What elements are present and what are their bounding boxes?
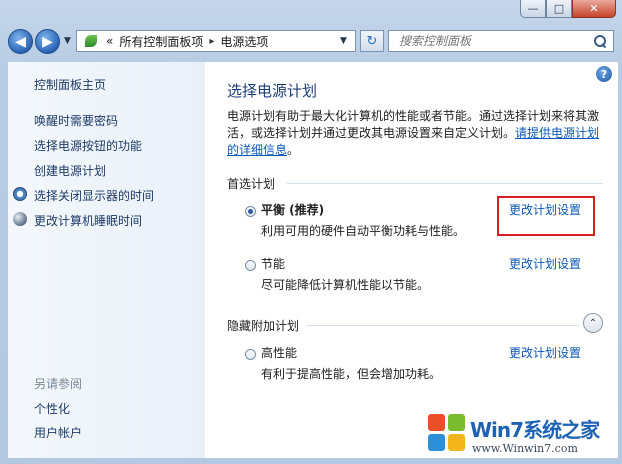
hidden-plans-label: 隐藏附加计划 <box>227 319 300 333</box>
windows-logo-icon <box>428 414 466 452</box>
close-button[interactable]: ✕ <box>572 0 616 18</box>
address-bar[interactable]: « 所有控制面板项 ▸ 电源选项 <box>76 30 356 52</box>
plan-desc-power-saver: 尽可能降低计算机性能以节能。 <box>261 278 430 292</box>
preferred-plans-label: 首选计划 <box>227 177 276 191</box>
collapse-hidden-plans-button[interactable]: ⌃ <box>583 313 603 333</box>
search-icon[interactable] <box>593 34 607 48</box>
sidebar-item-power-button[interactable]: 选择电源按钮的功能 <box>34 137 142 154</box>
radio-power-saver[interactable] <box>245 260 256 271</box>
radio-high-performance[interactable] <box>245 349 256 360</box>
sidebar-item-create-plan[interactable]: 创建电源计划 <box>34 162 106 179</box>
maximize-button[interactable]: □ <box>546 0 572 18</box>
search-box[interactable] <box>388 30 614 52</box>
breadcrumb-all-items[interactable]: 所有控制面板项 <box>119 33 203 50</box>
sidebar: 控制面板主页 唤醒时需要密码 选择电源按钮的功能 创建电源计划 选择关闭显示器的… <box>8 62 205 458</box>
plan-name-power-saver[interactable]: 节能 <box>261 255 285 272</box>
watermark-url: www.Winwin7.com <box>472 442 578 455</box>
radio-balanced[interactable] <box>245 206 256 217</box>
breadcrumb-power-options[interactable]: 电源选项 <box>220 33 268 50</box>
navigation-bar: ◀ ▶ ▼ « 所有控制面板项 ▸ 电源选项 ▼ ↻ <box>0 24 622 60</box>
divider <box>307 325 579 326</box>
sidebar-item-personalization[interactable]: 个性化 <box>34 400 70 417</box>
description-end: 。 <box>287 143 300 157</box>
clock-icon <box>13 187 27 201</box>
sidebar-item-user-accounts[interactable]: 用户帐户 <box>34 424 82 441</box>
refresh-icon: ↻ <box>366 33 378 49</box>
plan-desc-high-performance: 有利于提高性能，但会增加功耗。 <box>261 367 442 381</box>
plan-name-high-performance[interactable]: 高性能 <box>261 344 297 361</box>
search-input[interactable] <box>397 33 593 49</box>
change-settings-link-power-saver[interactable]: 更改计划设置 <box>509 255 581 272</box>
window-controls: — □ ✕ <box>520 0 616 18</box>
minimize-button[interactable]: — <box>520 0 546 18</box>
back-arrow-icon: ◀ <box>15 33 26 50</box>
back-button[interactable]: ◀ <box>8 29 33 54</box>
forward-button[interactable]: ▶ <box>35 29 60 54</box>
recent-pages-dropdown[interactable]: ▼ <box>64 36 71 46</box>
breadcrumb-separator[interactable]: ▸ <box>209 36 214 47</box>
refresh-button[interactable]: ↻ <box>360 30 384 52</box>
sidebar-item-wake-password[interactable]: 唤醒时需要密码 <box>34 112 118 129</box>
watermark: Win7系统之家 www.Winwin7.com <box>424 408 620 462</box>
plan-name-balanced[interactable]: 平衡 (推荐) <box>261 201 324 218</box>
moon-icon <box>13 212 27 226</box>
sidebar-home-link[interactable]: 控制面板主页 <box>34 76 106 93</box>
page-title: 选择电源计划 <box>227 82 318 100</box>
divider <box>287 183 603 184</box>
chevron-up-icon: ⌃ <box>588 317 598 329</box>
sidebar-item-display-off[interactable]: 选择关闭显示器的时间 <box>34 187 154 204</box>
see-also-heading: 另请参阅 <box>34 377 83 391</box>
help-icon[interactable]: ? <box>596 66 612 82</box>
watermark-brand: Win7系统之家 <box>470 418 600 442</box>
breadcrumb-prefix[interactable]: « <box>106 34 113 48</box>
change-settings-link-high-performance[interactable]: 更改计划设置 <box>509 344 581 361</box>
control-panel-icon <box>82 34 100 48</box>
sidebar-item-sleep-time[interactable]: 更改计算机睡眠时间 <box>34 212 142 229</box>
plan-desc-balanced: 利用可用的硬件自动平衡功耗与性能。 <box>261 224 466 238</box>
page-description: 电源计划有助于最大化计算机的性能或者节能。通过选择计划来将其激活，或选择计划并通… <box>227 108 607 159</box>
forward-arrow-icon: ▶ <box>42 33 53 50</box>
window-frame: — □ ✕ ◀ ▶ ▼ « 所有控制面板项 ▸ 电源选项 ▼ ↻ 控制面板主页 … <box>0 0 622 464</box>
highlight-annotation <box>497 196 595 236</box>
address-dropdown[interactable]: ▼ <box>340 36 347 46</box>
main-content: ? 选择电源计划 电源计划有助于最大化计算机的性能或者节能。通过选择计划来将其激… <box>205 62 618 458</box>
